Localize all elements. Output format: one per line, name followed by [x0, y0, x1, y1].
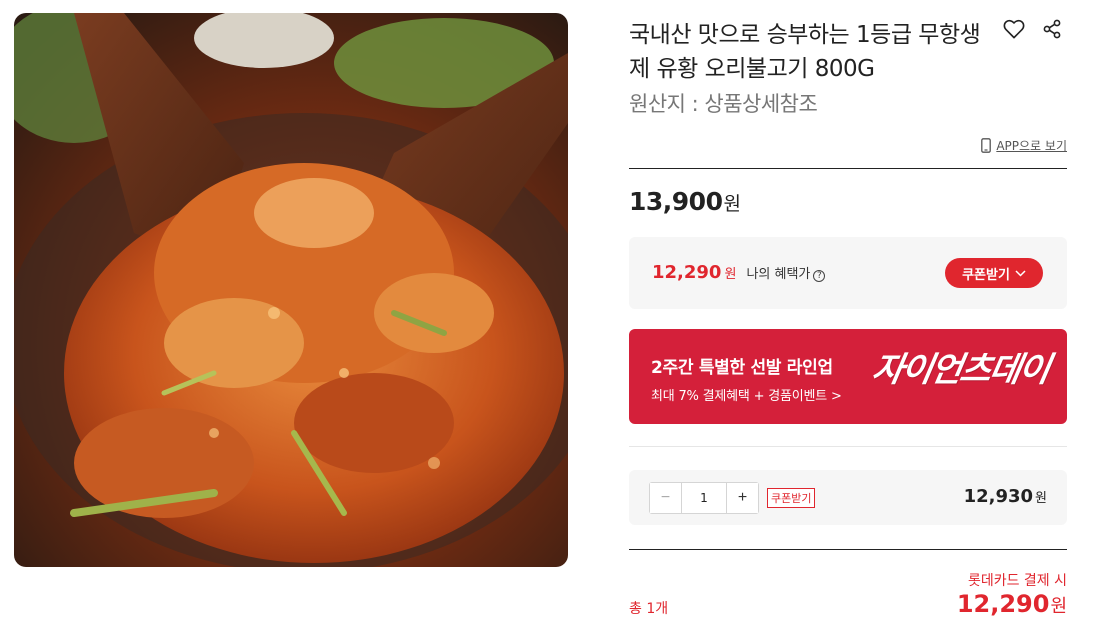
line-price-value: 12,930	[963, 486, 1034, 507]
price: 13,900 원	[629, 187, 741, 216]
price-value: 13,900	[629, 187, 723, 216]
product-origin: 원산지 : 상품상세참조	[629, 92, 818, 116]
share-icon	[1043, 19, 1061, 39]
benefit-price: 12,290 원 나의 혜택가 ?	[652, 262, 826, 283]
card-payment-label: 롯데카드 결제 시	[967, 573, 1067, 589]
wishlist-button[interactable]	[1001, 16, 1027, 42]
banner-logo: 자이언츠데이	[869, 350, 1052, 390]
benefit-label: 나의 혜택가	[746, 267, 811, 282]
line-price-unit: 원	[1035, 491, 1047, 506]
mobile-phone-icon	[981, 138, 992, 153]
benefit-price-unit: 원	[724, 267, 737, 282]
total-price: 12,290 원	[957, 590, 1067, 618]
price-unit: 원	[723, 193, 741, 215]
line-price: 12,930 원	[964, 486, 1047, 507]
coupon-tag[interactable]: 쿠폰받기	[767, 488, 816, 508]
spicy-duck-bulgogi-photo	[14, 13, 568, 567]
quantity-stepper: − +	[649, 482, 759, 514]
decrease-button[interactable]: −	[650, 483, 681, 513]
app-view-link[interactable]: APP으로 보기	[981, 137, 1067, 154]
coupon-button-label: 쿠폰받기	[962, 266, 1010, 282]
divider	[629, 549, 1067, 550]
heart-icon	[1003, 19, 1025, 39]
promo-banner[interactable]: 2주간 특별한 선발 라인업 최대 7% 결제혜택 + 경품이벤트 > 자이언츠…	[629, 329, 1067, 424]
benefit-price-value: 12,290	[652, 262, 722, 283]
increase-button[interactable]: +	[727, 483, 758, 513]
question-circle-icon[interactable]: ?	[813, 270, 826, 282]
quantity-input[interactable]	[681, 483, 727, 513]
total-price-unit: 원	[1050, 596, 1067, 617]
app-view-label: APP으로 보기	[996, 139, 1067, 153]
banner-subtitle: 최대 7% 결제혜택 + 경품이벤트 >	[651, 389, 842, 404]
banner-title: 2주간 특별한 선발 라인업	[651, 358, 833, 378]
total-price-value: 12,290	[956, 590, 1050, 618]
share-button[interactable]	[1039, 16, 1065, 42]
chevron-down-icon	[1015, 269, 1026, 277]
coupon-download-button[interactable]: 쿠폰받기	[945, 258, 1043, 288]
divider	[629, 168, 1067, 169]
product-image	[14, 13, 568, 567]
total-count: 총 1개	[629, 601, 669, 617]
product-title: 국내산 맛으로 승부하는 1등급 무항생제 유황 오리불고기 800G	[629, 22, 981, 82]
divider	[629, 446, 1067, 447]
benefit-panel: 12,290 원 나의 혜택가 ? 쿠폰받기	[629, 237, 1067, 309]
quantity-panel: − + 쿠폰받기 12,930 원	[629, 470, 1067, 525]
